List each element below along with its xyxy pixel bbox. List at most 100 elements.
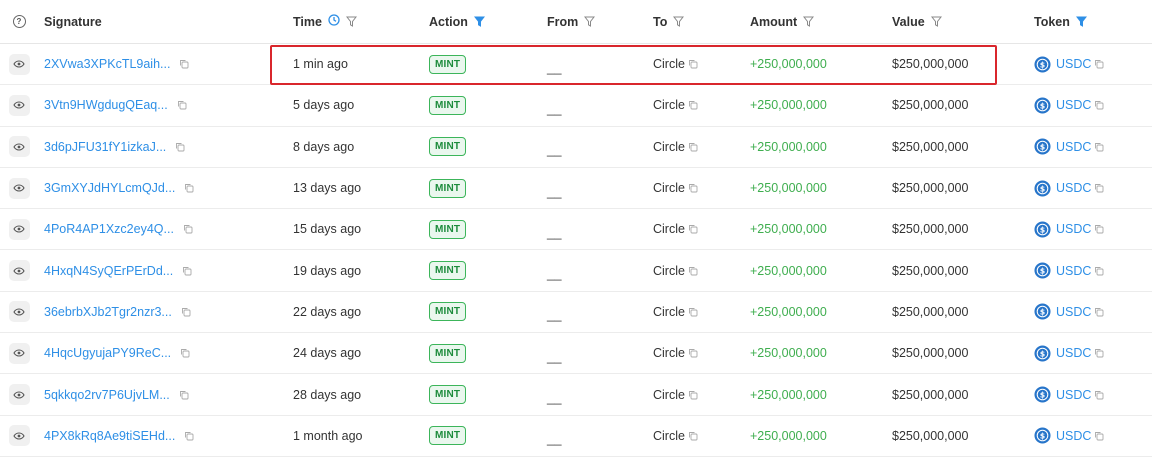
copy-icon[interactable] <box>183 224 193 234</box>
copy-icon[interactable] <box>182 266 192 276</box>
filter-icon[interactable] <box>1075 16 1087 27</box>
token-cell[interactable]: $ USDC <box>1034 168 1104 208</box>
copy-icon[interactable] <box>1094 100 1104 110</box>
token-link[interactable]: USDC <box>1056 222 1091 236</box>
copy-icon[interactable] <box>688 142 698 152</box>
view-button[interactable] <box>8 136 30 158</box>
signature-link[interactable]: 4PX8kRq8Ae9tiSEHd... <box>44 429 175 443</box>
token-cell[interactable]: $ USDC <box>1034 292 1104 332</box>
token-link[interactable]: USDC <box>1056 57 1091 71</box>
token-link[interactable]: USDC <box>1056 181 1091 195</box>
token-link[interactable]: USDC <box>1056 264 1091 278</box>
copy-icon[interactable] <box>177 100 187 110</box>
amount-cell: +250,000,000 <box>750 333 827 373</box>
copy-icon[interactable] <box>688 431 698 441</box>
token-cell[interactable]: $ USDC <box>1034 416 1104 456</box>
usdc-icon: $ <box>1034 427 1051 444</box>
copy-icon[interactable] <box>1094 390 1104 400</box>
token-cell[interactable]: $ USDC <box>1034 85 1104 125</box>
copy-icon[interactable] <box>181 307 191 317</box>
filter-icon[interactable] <box>803 16 815 27</box>
copy-icon[interactable] <box>184 431 194 441</box>
copy-icon[interactable] <box>1094 266 1104 276</box>
view-button[interactable] <box>8 342 30 364</box>
copy-icon[interactable] <box>1094 183 1104 193</box>
value-cell: $250,000,000 <box>892 209 968 249</box>
copy-icon[interactable] <box>1094 307 1104 317</box>
view-button[interactable] <box>8 260 30 282</box>
token-link[interactable]: USDC <box>1056 388 1091 402</box>
signature-link[interactable]: 3d6pJFU31fY1izkaJ... <box>44 140 166 154</box>
eye-cell <box>0 168 38 208</box>
signature-link[interactable]: 4HxqN4SyQErPErDd... <box>44 264 173 278</box>
copy-icon[interactable] <box>688 348 698 358</box>
amount-text: +250,000,000 <box>750 346 827 361</box>
copy-icon[interactable] <box>688 224 698 234</box>
token-link[interactable]: USDC <box>1056 305 1091 319</box>
header-token-label: Token <box>1034 14 1070 29</box>
filter-icon[interactable] <box>345 16 357 27</box>
copy-icon[interactable] <box>180 348 190 358</box>
copy-icon[interactable] <box>1094 59 1104 69</box>
filter-icon[interactable] <box>473 16 485 27</box>
signature-link[interactable]: 3Vtn9HWgdugQEaq... <box>44 98 168 112</box>
help-cell[interactable]: ? <box>0 0 38 43</box>
signature-link[interactable]: 4PoR4AP1Xzc2ey4Q... <box>44 222 174 236</box>
view-button[interactable] <box>8 425 30 447</box>
view-button[interactable] <box>8 177 30 199</box>
signature-link[interactable]: 5qkkqo2rv7P6UjvLM... <box>44 388 170 402</box>
action-badge: MINT <box>429 426 467 446</box>
to-cell: Circle <box>653 250 698 290</box>
copy-icon[interactable] <box>688 266 698 276</box>
from-text: __ <box>547 100 562 116</box>
eye-cell <box>0 416 38 456</box>
clock-icon[interactable] <box>328 13 340 31</box>
table-row: 4PX8kRq8Ae9tiSEHd... 1 month ago MINT __… <box>0 416 1152 457</box>
token-cell[interactable]: $ USDC <box>1034 374 1104 414</box>
usdc-icon: $ <box>1034 262 1051 279</box>
signature-link[interactable]: 3GmXYJdHYLcmQJd... <box>44 181 175 195</box>
copy-icon[interactable] <box>1094 224 1104 234</box>
copy-icon[interactable] <box>1094 348 1104 358</box>
token-cell[interactable]: $ USDC <box>1034 333 1104 373</box>
token-cell[interactable]: $ USDC <box>1034 44 1104 84</box>
view-button[interactable] <box>8 94 30 116</box>
token-cell[interactable]: $ USDC <box>1034 250 1104 290</box>
token-link[interactable]: USDC <box>1056 346 1091 360</box>
filter-icon[interactable] <box>930 16 942 27</box>
signature-link[interactable]: 36ebrbXJb2Tgr2nzr3... <box>44 305 172 319</box>
view-button[interactable] <box>8 53 30 75</box>
usdc-icon: $ <box>1034 221 1051 238</box>
filter-icon[interactable] <box>584 16 596 27</box>
value-text: $250,000,000 <box>892 222 969 237</box>
view-button[interactable] <box>8 218 30 240</box>
filter-icon[interactable] <box>673 16 685 27</box>
time-text: 1 month ago <box>293 428 363 443</box>
copy-icon[interactable] <box>688 390 698 400</box>
token-link[interactable]: USDC <box>1056 98 1091 112</box>
value-cell: $250,000,000 <box>892 292 968 332</box>
to-text: Circle <box>653 387 685 402</box>
token-cell[interactable]: $ USDC <box>1034 127 1104 167</box>
view-button[interactable] <box>8 301 30 323</box>
signature-cell: 5qkkqo2rv7P6UjvLM... <box>44 374 189 414</box>
view-button[interactable] <box>8 384 30 406</box>
copy-icon[interactable] <box>179 390 189 400</box>
token-cell[interactable]: $ USDC <box>1034 209 1104 249</box>
copy-icon[interactable] <box>688 307 698 317</box>
question-circle-icon[interactable]: ? <box>12 15 26 28</box>
eye-cell <box>0 209 38 249</box>
header-to: To <box>653 0 685 43</box>
copy-icon[interactable] <box>179 59 189 69</box>
copy-icon[interactable] <box>175 142 185 152</box>
copy-icon[interactable] <box>1094 431 1104 441</box>
token-link[interactable]: USDC <box>1056 140 1091 154</box>
copy-icon[interactable] <box>688 183 698 193</box>
to-text: Circle <box>653 428 685 443</box>
copy-icon[interactable] <box>688 100 698 110</box>
token-link[interactable]: USDC <box>1056 429 1091 443</box>
copy-icon[interactable] <box>184 183 194 193</box>
signature-link[interactable]: 4HqcUgyujaPY9ReC... <box>44 346 171 360</box>
copy-icon[interactable] <box>1094 142 1104 152</box>
signature-link[interactable]: 2XVwa3XPKcTL9aih... <box>44 57 170 71</box>
